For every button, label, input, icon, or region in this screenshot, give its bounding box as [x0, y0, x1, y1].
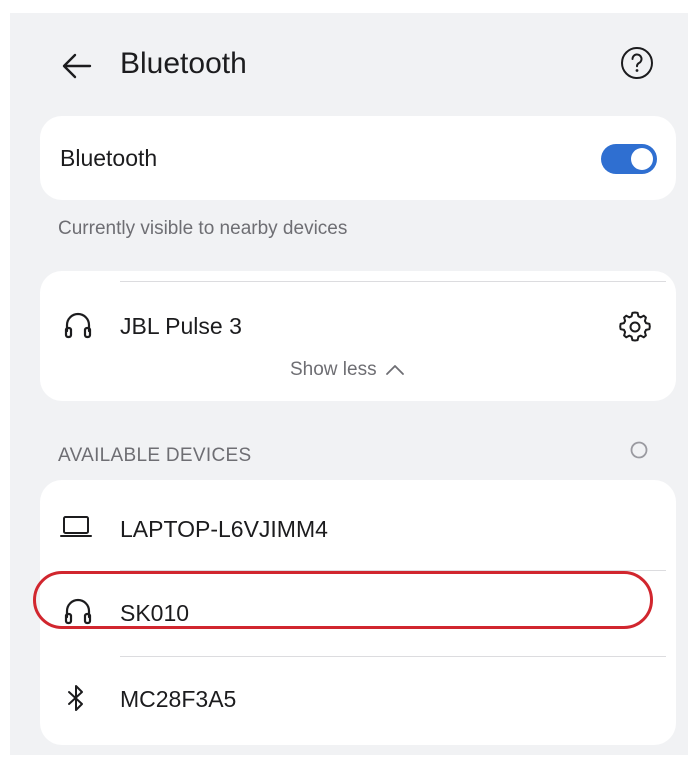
show-less-button[interactable]: Show less	[290, 357, 405, 383]
paired-device-name[interactable]: JBL Pulse 3	[120, 311, 242, 341]
available-device-row-laptop[interactable]: LAPTOP-L6VJIMM4	[40, 480, 676, 566]
available-devices-header: AVAILABLE DEVICES	[58, 445, 252, 466]
divider	[120, 281, 666, 282]
available-device-name: LAPTOP-L6VJIMM4	[120, 516, 328, 542]
bluetooth-icon	[68, 685, 83, 711]
page-title: Bluetooth	[120, 47, 247, 80]
headphones-icon	[64, 598, 92, 625]
show-less-label: Show less	[290, 359, 377, 380]
bluetooth-toggle-card: Bluetooth	[40, 116, 676, 200]
back-arrow-icon[interactable]	[60, 49, 94, 83]
bluetooth-toggle-switch[interactable]	[601, 144, 657, 174]
available-device-row-mc28f3a5[interactable]: MC28F3A5	[40, 656, 676, 742]
header: Bluetooth	[10, 13, 688, 113]
scanning-spinner-icon	[630, 441, 648, 459]
help-icon[interactable]	[619, 45, 655, 81]
chevron-up-icon	[385, 365, 404, 375]
toggle-knob	[631, 148, 653, 170]
available-devices-card: LAPTOP-L6VJIMM4 SK010 MC28F3A5	[40, 480, 676, 745]
available-device-name: MC28F3A5	[120, 686, 237, 712]
available-device-row-sk010[interactable]: SK010	[40, 570, 676, 656]
bluetooth-toggle-label: Bluetooth	[60, 145, 158, 171]
visibility-caption: Currently visible to nearby devices	[58, 218, 348, 239]
gear-icon[interactable]	[617, 309, 653, 345]
available-device-name: SK010	[120, 600, 190, 626]
laptop-icon	[60, 516, 92, 537]
paired-devices-card: JBL Pulse 3 Show less	[40, 271, 676, 401]
bluetooth-settings-screen: Bluetooth Bluetooth Currently visible to…	[10, 13, 688, 755]
headphones-icon	[64, 312, 92, 339]
